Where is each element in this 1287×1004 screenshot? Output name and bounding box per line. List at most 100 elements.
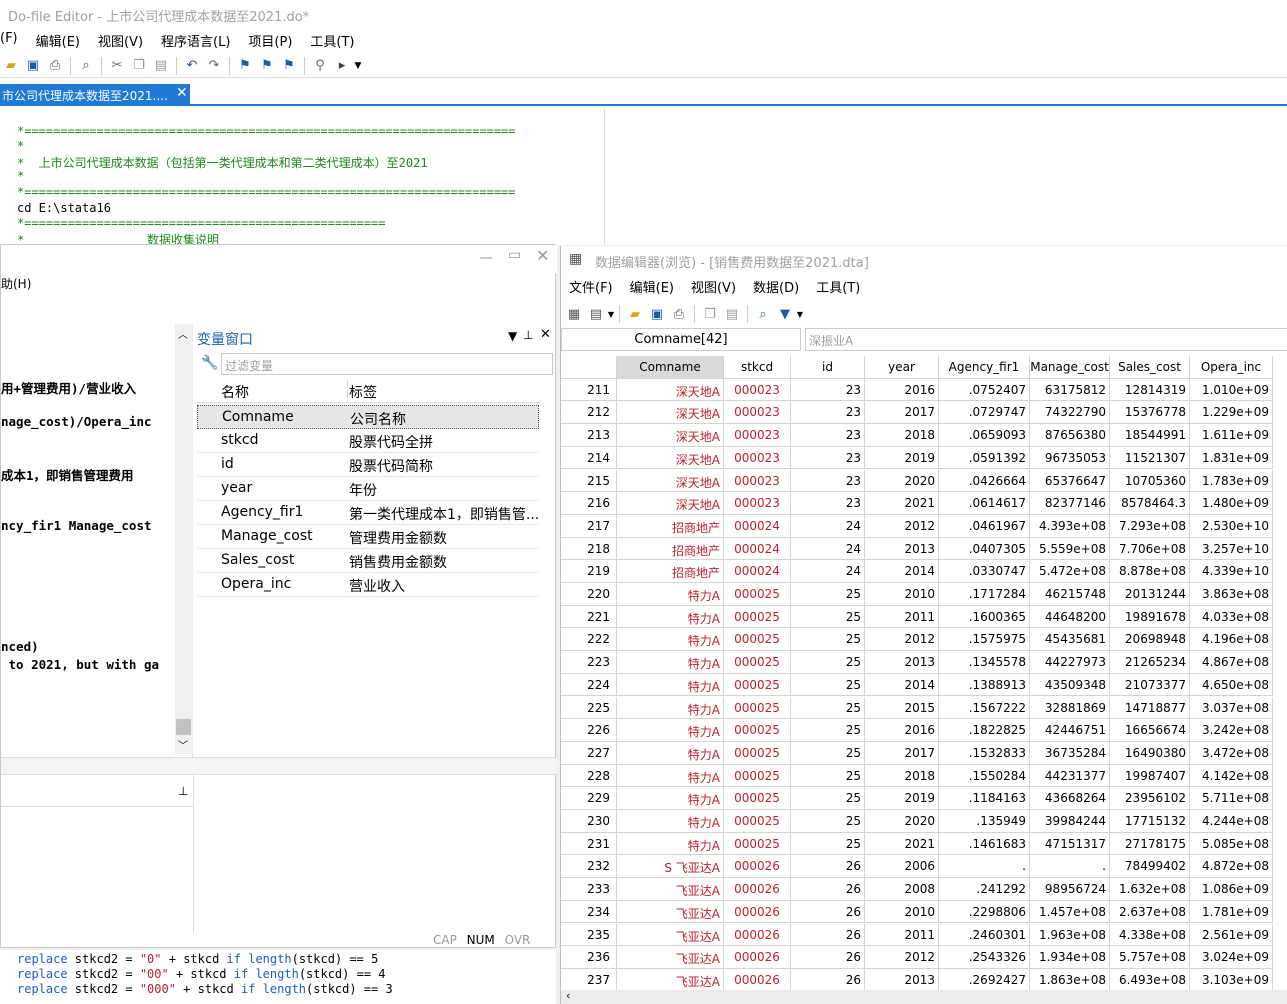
variable-row[interactable]: Manage_cost 管理费用金额数 <box>197 525 539 549</box>
table-cell[interactable]: 25 <box>791 832 865 856</box>
table-cell[interactable]: 1.781e+09 <box>1190 900 1273 924</box>
table-cell[interactable]: 4.393e+08 <box>1030 514 1110 538</box>
table-cell[interactable]: . <box>1030 855 1110 879</box>
table-cell[interactable]: 特力A <box>617 719 724 742</box>
table-cell[interactable]: . <box>939 855 1030 879</box>
browse-mode-icon[interactable]: ▤ <box>585 304 607 324</box>
menu-view[interactable]: 视图(V) <box>98 31 152 50</box>
row-number[interactable]: 213 <box>561 424 617 447</box>
column-header-stkcd[interactable]: stkcd <box>724 356 791 379</box>
save-icon[interactable]: ▣ <box>22 56 44 76</box>
table-cell[interactable]: 74322790 <box>1030 401 1110 425</box>
table-cell[interactable]: 3.257e+10 <box>1190 537 1273 561</box>
table-cell[interactable]: 25 <box>791 673 865 697</box>
table-cell[interactable]: 36735284 <box>1030 741 1110 765</box>
bookmark-previous-icon[interactable]: ⚑ <box>256 56 278 76</box>
table-cell[interactable]: 25 <box>791 696 865 720</box>
table-cell[interactable]: 25 <box>791 787 865 810</box>
table-cell[interactable]: 000025 <box>724 764 791 788</box>
table-cell[interactable]: 2.561e+09 <box>1190 923 1273 947</box>
table-cell[interactable]: 3.472e+08 <box>1190 741 1273 765</box>
table-cell[interactable]: 2014 <box>865 673 939 697</box>
scroll-left-icon[interactable]: ‹ <box>566 989 570 1002</box>
results-pane[interactable]: 用+管理费用)/营业收入 nage_cost)/Opera_inc 成本1，即销… <box>1 324 193 757</box>
table-cell[interactable]: .1717284 <box>939 583 1030 606</box>
table-cell[interactable]: 21265234 <box>1110 651 1190 674</box>
table-cell[interactable]: 98956724 <box>1030 878 1110 901</box>
row-number[interactable]: 222 <box>561 628 617 652</box>
table-cell[interactable]: 2013 <box>865 651 939 674</box>
table-cell[interactable]: 飞亚达A <box>617 946 724 969</box>
table-cell[interactable]: .0659093 <box>939 424 1030 447</box>
table-cell[interactable]: .1184163 <box>939 787 1030 810</box>
row-number[interactable]: 228 <box>561 764 617 788</box>
table-cell[interactable]: 10705360 <box>1110 469 1190 493</box>
menu-file[interactable]: 文件(F) <box>569 277 613 296</box>
row-number[interactable]: 234 <box>561 900 617 924</box>
table-cell[interactable]: 4.244e+08 <box>1190 810 1273 833</box>
table-cell[interactable]: 特力A <box>617 628 724 652</box>
table-cell[interactable]: 深天地A <box>617 378 724 402</box>
table-cell[interactable]: 1.963e+08 <box>1030 923 1110 947</box>
execute-icon[interactable]: ▸ <box>331 56 353 76</box>
row-number[interactable]: 233 <box>561 878 617 901</box>
variable-row[interactable]: stkcd 股票代码全拼 <box>197 429 539 453</box>
table-cell[interactable]: 2013 <box>865 968 939 992</box>
table-cell[interactable]: 000026 <box>724 900 791 924</box>
dofile-tab[interactable]: 市公司代理成本数据至2021.... <box>0 84 190 106</box>
table-cell[interactable]: .1822825 <box>939 719 1030 742</box>
table-cell[interactable]: 5.472e+08 <box>1030 560 1110 583</box>
table-cell[interactable]: 43668264 <box>1030 787 1110 810</box>
close-icon[interactable]: ✕ <box>536 246 549 265</box>
table-cell[interactable]: 44648200 <box>1030 605 1110 629</box>
cell-value-box[interactable]: 深振业A <box>805 328 1287 351</box>
pin-icon[interactable]: ⊥ <box>178 784 188 798</box>
table-cell[interactable]: 000023 <box>724 424 791 447</box>
table-cell[interactable]: 特力A <box>617 696 724 720</box>
menu-project[interactable]: 项目(P) <box>248 31 301 50</box>
table-cell[interactable]: .1600365 <box>939 605 1030 629</box>
table-cell[interactable]: 23956102 <box>1110 787 1190 810</box>
scroll-down-icon[interactable]: ﹀ <box>178 737 188 752</box>
table-cell[interactable]: 18544991 <box>1110 424 1190 447</box>
scrollbar-thumb[interactable] <box>176 719 191 735</box>
table-cell[interactable]: 特力A <box>617 832 724 856</box>
table-cell[interactable]: 深天地A <box>617 446 724 470</box>
table-cell[interactable]: 1.934e+08 <box>1030 946 1110 969</box>
row-number[interactable]: 235 <box>561 923 617 947</box>
table-cell[interactable]: .2298806 <box>939 900 1030 924</box>
table-cell[interactable]: 特力A <box>617 741 724 765</box>
table-cell[interactable]: 4.142e+08 <box>1190 764 1273 788</box>
table-cell[interactable]: 45435681 <box>1030 628 1110 652</box>
table-cell[interactable]: 飞亚达A <box>617 968 724 992</box>
name-column-header[interactable]: 名称 <box>221 382 249 402</box>
table-cell[interactable]: 2008 <box>865 878 939 901</box>
table-cell[interactable]: 2016 <box>865 378 939 402</box>
table-cell[interactable]: 000024 <box>724 560 791 583</box>
row-number[interactable]: 214 <box>561 446 617 470</box>
maximize-icon[interactable]: ▭ <box>508 247 521 263</box>
column-header-id[interactable]: id <box>791 356 865 379</box>
table-cell[interactable]: 2015 <box>865 696 939 720</box>
table-cell[interactable]: 2011 <box>865 923 939 947</box>
row-number[interactable]: 215 <box>561 469 617 493</box>
table-cell[interactable]: 4.650e+08 <box>1190 673 1273 697</box>
table-cell[interactable]: 15376778 <box>1110 401 1190 425</box>
table-cell[interactable]: 11521307 <box>1110 446 1190 470</box>
table-cell[interactable]: 39984244 <box>1030 810 1110 833</box>
row-number[interactable]: 229 <box>561 787 617 810</box>
table-cell[interactable]: .241292 <box>939 878 1030 901</box>
table-cell[interactable]: 8.878e+08 <box>1110 560 1190 583</box>
table-cell[interactable]: 24 <box>791 560 865 583</box>
table-cell[interactable]: 000025 <box>724 583 791 606</box>
table-cell[interactable]: 深天地A <box>617 492 724 515</box>
table-cell[interactable]: 特力A <box>617 605 724 629</box>
row-number[interactable]: 224 <box>561 673 617 697</box>
table-cell[interactable]: 特力A <box>617 787 724 810</box>
table-cell[interactable]: 000024 <box>724 537 791 561</box>
results-hscroll[interactable] <box>1 757 557 775</box>
row-number[interactable]: 230 <box>561 810 617 833</box>
table-cell[interactable]: 5.559e+08 <box>1030 537 1110 561</box>
table-cell[interactable]: 1.863e+08 <box>1030 968 1110 992</box>
execute-dropdown-icon[interactable]: ▼ <box>353 56 363 76</box>
